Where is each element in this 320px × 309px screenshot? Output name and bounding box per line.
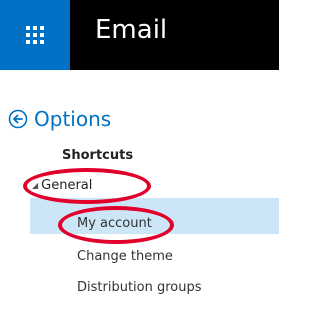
nav-item-general-label: General	[41, 178, 93, 193]
app-title: Email	[95, 15, 168, 45]
nav-item-general[interactable]: ◢ General	[32, 178, 92, 193]
nav-item-shortcuts[interactable]: Shortcuts	[62, 148, 133, 163]
options-title: Options	[34, 107, 112, 131]
collapse-triangle-icon[interactable]: ◢	[32, 181, 38, 190]
app-launcher-button[interactable]	[0, 0, 70, 70]
selected-row-highlight	[30, 198, 279, 234]
waffle-grid-icon	[26, 26, 44, 44]
nav-item-distribution-groups[interactable]: Distribution groups	[77, 280, 202, 295]
options-back-button[interactable]: Options	[8, 106, 111, 132]
top-bar: Email	[0, 0, 279, 70]
back-arrow-circle-icon	[8, 109, 28, 129]
nav-item-my-account[interactable]: My account	[77, 216, 152, 231]
nav-item-change-theme[interactable]: Change theme	[77, 249, 173, 264]
